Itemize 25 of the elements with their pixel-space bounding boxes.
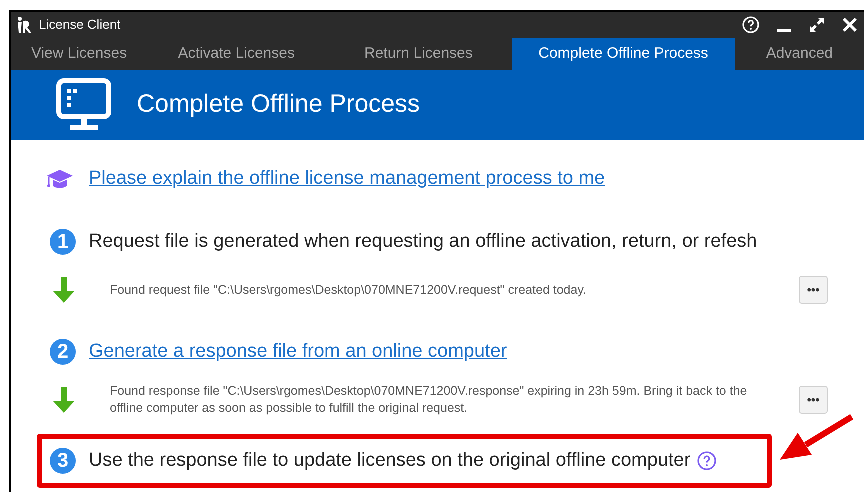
tab[interactable]: Advanced (735, 38, 864, 70)
step-text: Request file is generated when requesting an offline activation, return, or refesh (89, 230, 758, 254)
tab[interactable]: Activate Licenses (148, 38, 326, 70)
graduation-cap-icon (46, 167, 74, 191)
more-button[interactable]: ••• (799, 276, 828, 304)
step-number: 3 (50, 448, 76, 474)
step-link[interactable]: Generate a response file from an online computer (89, 338, 508, 366)
tab[interactable]: View Licenses (11, 38, 148, 70)
status-message: Found request file "C:\Users\rgomes\Desktop\070MNE71200V.request" created today. (110, 282, 588, 298)
step-text: Use the response file to update licenses on the original offline computer (89, 448, 691, 473)
monitor-icon (56, 78, 112, 132)
maximize-icon[interactable] (808, 16, 826, 34)
tab[interactable]: Return Licenses (326, 38, 512, 70)
window-title: License Client (39, 16, 121, 34)
status-message: Found response file "C:\Users\rgomes\Desktop\070MNE71200V.response" expiring in 23h 59m. Bring it back to the offline computer as soon as possible to fulfill the original request. (110, 383, 748, 417)
close-icon[interactable] (842, 17, 858, 33)
tab[interactable]: Complete Offline Process (512, 38, 736, 70)
more-button[interactable]: ••• (799, 386, 828, 414)
help-link[interactable]: Please explain the offline license management process to me (89, 164, 606, 194)
step-number: 1 (50, 229, 76, 255)
down-arrow-icon (51, 276, 77, 304)
banner-title: Complete Offline Process (137, 89, 420, 120)
down-arrow-icon (51, 386, 77, 414)
step-number: 2 (50, 339, 76, 365)
app-logo-icon (15, 16, 33, 34)
